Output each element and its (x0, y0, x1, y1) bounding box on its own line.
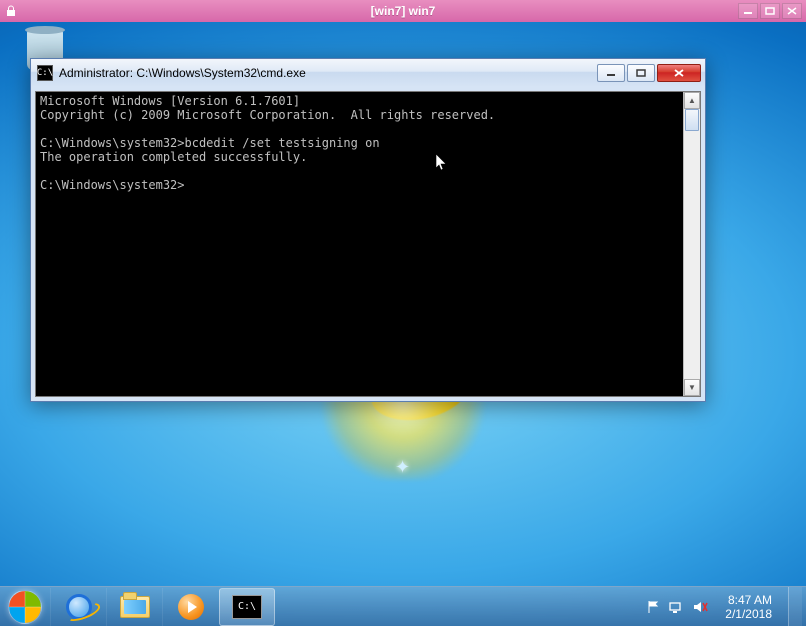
cmd-icon: C:\ (232, 595, 262, 619)
windows-logo-icon (8, 590, 42, 624)
taskbar-cmd-button[interactable]: C:\ (219, 588, 275, 626)
cmd-line: Copyright (c) 2009 Microsoft Corporation… (40, 108, 495, 122)
cmd-maximize-button[interactable] (627, 64, 655, 82)
guest-desktop[interactable]: ✦ Re C:\ Administrator: C:\Windows\Syste… (0, 22, 806, 626)
tray-volume-icon[interactable] (693, 599, 709, 615)
clock-time: 8:47 AM (725, 593, 772, 607)
cmd-scrollbar[interactable]: ▲ ▼ (683, 92, 700, 396)
cmd-line: C:\Windows\system32>bcdedit /set testsig… (40, 136, 380, 150)
cmd-window[interactable]: C:\ Administrator: C:\Windows\System32\c… (30, 58, 706, 402)
cmd-minimize-button[interactable] (597, 64, 625, 82)
cmd-line: C:\Windows\system32> (40, 178, 185, 192)
tray-flag-icon[interactable] (645, 599, 661, 615)
cmd-title-text: Administrator: C:\Windows\System32\cmd.e… (59, 66, 306, 80)
cmd-titlebar[interactable]: C:\ Administrator: C:\Windows\System32\c… (31, 59, 705, 87)
vm-maximize-button[interactable] (760, 3, 780, 19)
scroll-thumb[interactable] (685, 109, 699, 131)
clock-date: 2/1/2018 (725, 607, 772, 621)
scroll-up-button[interactable]: ▲ (684, 92, 700, 109)
taskbar-clock[interactable]: 8:47 AM 2/1/2018 (719, 593, 778, 621)
cmd-app-icon: C:\ (37, 65, 53, 81)
cmd-line: Microsoft Windows [Version 6.1.7601] (40, 94, 300, 108)
mouse-cursor-icon (422, 140, 448, 175)
system-tray: 8:47 AM 2/1/2018 (637, 587, 806, 626)
vm-minimize-button[interactable] (738, 3, 758, 19)
tray-network-icon[interactable] (669, 599, 685, 615)
media-player-icon (178, 594, 204, 620)
folder-icon (120, 596, 150, 618)
vm-close-button[interactable] (782, 3, 802, 19)
cmd-window-controls (597, 64, 701, 82)
lock-icon (4, 4, 18, 18)
cmd-console-output[interactable]: Microsoft Windows [Version 6.1.7601] Cop… (36, 92, 683, 396)
vm-titlebar: [win7] win7 (0, 0, 806, 22)
vm-title: [win7] win7 (371, 4, 436, 18)
cmd-line: The operation completed successfully. (40, 150, 307, 164)
taskbar: C:\ 8:47 AM 2/1/2018 (0, 586, 806, 626)
cmd-close-button[interactable] (657, 64, 701, 82)
ie-icon (66, 594, 92, 620)
start-button[interactable] (0, 587, 50, 626)
show-desktop-button[interactable] (788, 587, 802, 626)
taskbar-ie-button[interactable] (50, 588, 106, 626)
vm-window-controls (738, 3, 802, 19)
taskbar-media-player-button[interactable] (162, 588, 218, 626)
scroll-down-button[interactable]: ▼ (684, 379, 700, 396)
sparkle-icon: ✦ (395, 457, 410, 478)
taskbar-explorer-button[interactable] (106, 588, 162, 626)
